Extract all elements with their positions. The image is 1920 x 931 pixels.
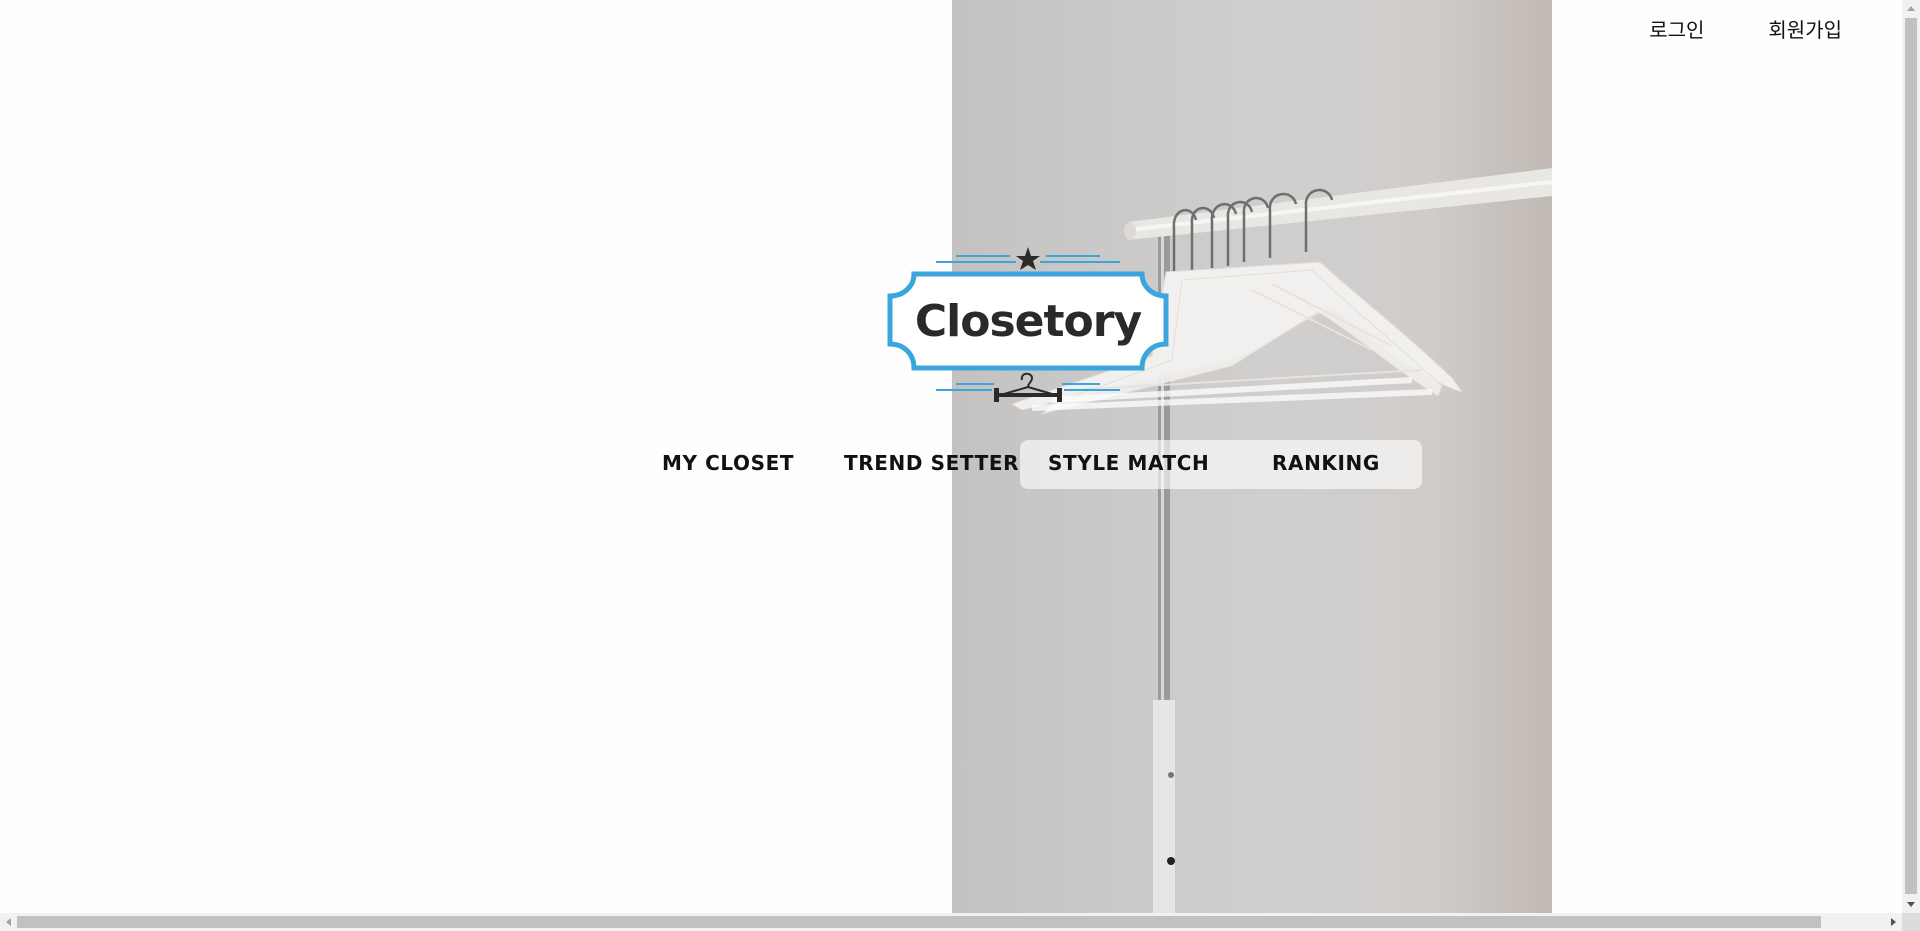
signup-link[interactable]: 회원가입 [1768,14,1842,43]
horizontal-scrollbar[interactable] [0,913,1902,931]
nav-item-my-closet[interactable]: MY CLOSET [662,451,794,475]
scroll-up-icon[interactable] [1907,6,1915,11]
auth-nav: 로그인 회원가입 [1649,14,1842,43]
scroll-down-icon[interactable] [1907,902,1915,907]
star-icon [1016,247,1040,270]
hanger-icon [994,372,1062,402]
page-viewport: 로그인 회원가입 Closetory MY CLOSET TREND SETTE… [0,0,1902,913]
main-nav: MY CLOSET TREND SETTER STYLE MATCH RANKI… [632,440,1422,489]
scroll-left-icon[interactable] [6,918,11,926]
scroll-right-icon[interactable] [1891,918,1896,926]
nav-item-trend-setter[interactable]: TREND SETTER [844,451,1019,475]
vertical-scroll-thumb[interactable] [1905,18,1917,894]
nav-item-style-match[interactable]: STYLE MATCH [1048,451,1209,475]
vertical-scrollbar[interactable] [1902,0,1920,913]
logo-wordmark: Closetory [914,296,1142,347]
login-link[interactable]: 로그인 [1649,14,1704,43]
site-logo[interactable]: Closetory [880,240,1176,406]
nav-item-ranking[interactable]: RANKING [1272,451,1380,475]
horizontal-scroll-thumb[interactable] [17,916,1821,928]
scrollbar-corner [1902,913,1920,931]
